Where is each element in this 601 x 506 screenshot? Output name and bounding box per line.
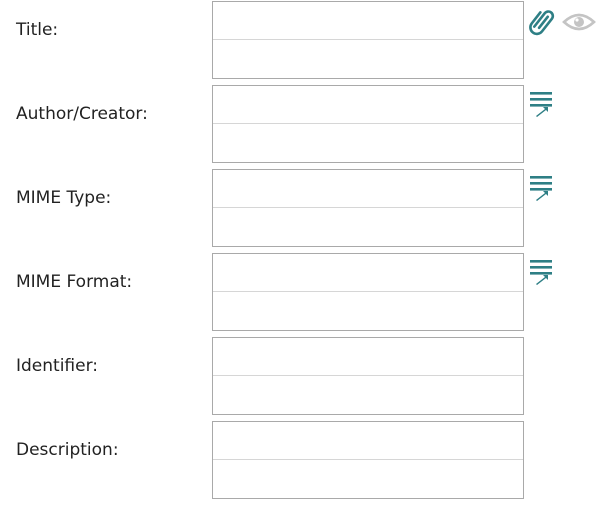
field-row-mime-format: MIME Format: [0, 253, 601, 333]
field-row-author-creator: Author/Creator: [0, 85, 601, 165]
identifier-input-line-1[interactable] [213, 338, 523, 375]
field-row-title: Title: [0, 1, 601, 81]
author-creator-input-line-1[interactable] [213, 86, 523, 123]
list-insert-icon[interactable] [529, 90, 555, 120]
title-input-line-2[interactable] [213, 40, 523, 78]
field-label-mime-type: MIME Type: [16, 188, 112, 208]
mime-format-field [212, 253, 524, 331]
title-field [212, 1, 524, 79]
identifier-field [212, 337, 524, 415]
field-label-author-creator: Author/Creator: [16, 104, 148, 124]
field-label-title: Title: [16, 20, 59, 40]
author-creator-field [212, 85, 524, 163]
field-label-mime-format: MIME Format: [16, 272, 133, 292]
mime-format-input-line-1[interactable] [213, 254, 523, 291]
description-input-line-2[interactable] [213, 460, 523, 498]
mime-format-input-line-2[interactable] [213, 292, 523, 330]
eye-icon[interactable] [561, 11, 597, 33]
field-row-identifier: Identifier: [0, 337, 601, 417]
mime-type-input-line-2[interactable] [213, 208, 523, 246]
title-input-line-1[interactable] [213, 2, 523, 39]
field-row-mime-type: MIME Type: [0, 169, 601, 249]
description-input-line-1[interactable] [213, 422, 523, 459]
field-label-description: Description: [16, 440, 119, 460]
mime-type-field [212, 169, 524, 247]
list-insert-icon[interactable] [529, 258, 555, 288]
field-label-identifier: Identifier: [16, 356, 99, 376]
description-field [212, 421, 524, 499]
identifier-input-line-2[interactable] [213, 376, 523, 414]
mime-type-input-line-1[interactable] [213, 170, 523, 207]
list-insert-icon[interactable] [529, 174, 555, 204]
author-creator-input-line-2[interactable] [213, 124, 523, 162]
field-row-description: Description: [0, 421, 601, 501]
paperclip-icon[interactable] [527, 5, 559, 39]
